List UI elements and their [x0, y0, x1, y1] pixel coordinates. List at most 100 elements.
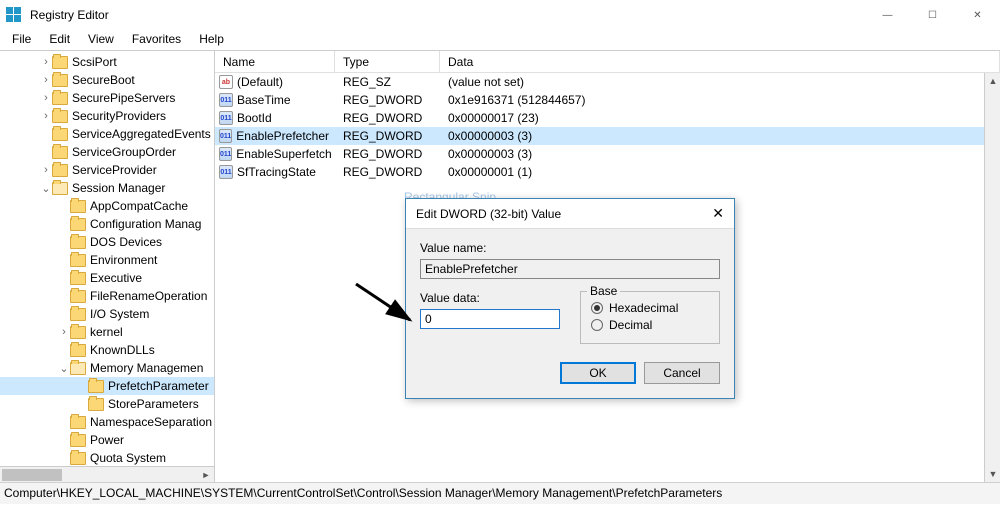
tree-item[interactable]: ›Executive	[0, 269, 214, 287]
folder-icon	[52, 164, 68, 177]
value-row[interactable]: 011EnableSuperfetchREG_DWORD0x00000003 (…	[215, 145, 1000, 163]
base-fieldset: Base Hexadecimal Decimal	[580, 291, 720, 344]
value-name: BaseTime	[237, 93, 291, 107]
tree-item[interactable]: ›FileRenameOperation	[0, 287, 214, 305]
tree-label: ScsiPort	[72, 55, 117, 69]
folder-icon	[70, 272, 86, 285]
tree-item[interactable]: ›DOS Devices	[0, 233, 214, 251]
folder-icon	[70, 326, 86, 339]
tree-item[interactable]: ›Power	[0, 431, 214, 449]
tree-pane: ›ScsiPort›SecureBoot›SecurePipeServers›S…	[0, 51, 215, 482]
dialog-titlebar[interactable]: Edit DWORD (32-bit) Value ✕	[406, 199, 734, 229]
value-row[interactable]: 011BootIdREG_DWORD0x00000017 (23)	[215, 109, 1000, 127]
expand-icon[interactable]: ⌄	[40, 182, 52, 195]
tree-label: SecurePipeServers	[72, 91, 175, 105]
value-name: SfTracingState	[237, 165, 316, 179]
radio-label: Hexadecimal	[609, 301, 678, 315]
window-title: Registry Editor	[30, 8, 109, 22]
radio-hexadecimal[interactable]: Hexadecimal	[591, 301, 709, 315]
app-icon	[6, 7, 22, 23]
tree-item[interactable]: ›Configuration Manag	[0, 215, 214, 233]
expand-icon[interactable]: ›	[40, 164, 52, 176]
scroll-up-icon[interactable]: ▲	[985, 73, 1000, 89]
status-bar: Computer\HKEY_LOCAL_MACHINE\SYSTEM\Curre…	[0, 482, 1000, 504]
column-data[interactable]: Data	[440, 51, 1000, 72]
column-type[interactable]: Type	[335, 51, 440, 72]
folder-icon	[70, 200, 86, 213]
value-type: REG_DWORD	[335, 165, 440, 179]
tree-item[interactable]: ›I/O System	[0, 305, 214, 323]
list-vscrollbar[interactable]: ▲ ▼	[984, 73, 1000, 482]
value-data: 0x00000017 (23)	[440, 111, 1000, 125]
folder-icon	[70, 290, 86, 303]
tree-item[interactable]: ⌄ Session Manager	[0, 179, 214, 197]
expand-icon[interactable]: ›	[40, 110, 52, 122]
expand-icon[interactable]: ›	[40, 56, 52, 68]
scroll-thumb[interactable]	[2, 469, 62, 481]
title-bar: Registry Editor — ☐ ✕	[0, 0, 1000, 30]
tree-item[interactable]: ›ServiceGroupOrder	[0, 143, 214, 161]
menu-favorites[interactable]: Favorites	[124, 30, 189, 50]
folder-icon	[52, 74, 68, 87]
tree-label: Session Manager	[72, 181, 165, 195]
values-list[interactable]: ab(Default)REG_SZ(value not set) 011 BaseT…	[215, 73, 1000, 181]
value-data: 0x00000001 (1)	[440, 165, 1000, 179]
cancel-button[interactable]: Cancel	[644, 362, 720, 384]
tree-item[interactable]: ›NamespaceSeparation	[0, 413, 214, 431]
expand-icon[interactable]: ›	[58, 326, 70, 338]
tree-label: FileRenameOperation	[90, 289, 207, 303]
scroll-down-icon[interactable]: ▼	[985, 466, 1000, 482]
ok-button[interactable]: OK	[560, 362, 636, 384]
menu-view[interactable]: View	[80, 30, 122, 50]
value-row[interactable]: 011SfTracingStateREG_DWORD0x00000001 (1)	[215, 163, 1000, 181]
value-row[interactable]: 011BaseTimeREG_DWORD0x1e916371 (51284465…	[215, 91, 1000, 109]
tree-item[interactable]: ›ServiceAggregatedEvents	[0, 125, 214, 143]
tree-item[interactable]: ›Quota System	[0, 449, 214, 467]
base-legend: Base	[587, 284, 620, 298]
tree-item[interactable]: ›kernel	[0, 323, 214, 341]
tree-item[interactable]: ›ServiceProvider	[0, 161, 214, 179]
radio-decimal[interactable]: Decimal	[591, 318, 709, 332]
tree-item[interactable]: ›SecurityProviders	[0, 107, 214, 125]
folder-icon	[88, 398, 104, 411]
tree-label: Configuration Manag	[90, 217, 201, 231]
tree-item[interactable]: ›AppCompatCache	[0, 197, 214, 215]
value-row[interactable]: 011EnablePrefetcherREG_DWORD0x00000003 (…	[215, 127, 1000, 145]
tree-label: Executive	[90, 271, 142, 285]
tree-label: I/O System	[90, 307, 149, 321]
tree-item[interactable]: › ScsiPort	[0, 53, 214, 71]
close-button[interactable]: ✕	[955, 0, 1000, 30]
minimize-button[interactable]: —	[865, 0, 910, 30]
folder-icon	[70, 308, 86, 321]
valuename-field[interactable]	[420, 259, 720, 279]
valuedata-field[interactable]	[420, 309, 560, 329]
maximize-button[interactable]: ☐	[910, 0, 955, 30]
tree-item[interactable]: ›SecureBoot	[0, 71, 214, 89]
registry-tree[interactable]: ›ScsiPort›SecureBoot›SecurePipeServers›S…	[0, 51, 214, 482]
tree-item[interactable]: ›StoreParameters	[0, 395, 214, 413]
tree-item[interactable]: ›PrefetchParameter	[0, 377, 214, 395]
menu-help[interactable]: Help	[191, 30, 232, 50]
tree-item[interactable]: ›Environment	[0, 251, 214, 269]
string-icon: ab	[219, 75, 233, 89]
dialog-close-icon[interactable]: ✕	[712, 205, 724, 222]
folder-icon	[52, 146, 68, 159]
value-data: (value not set)	[440, 75, 1000, 89]
list-header: Name Type Data	[215, 51, 1000, 73]
tree-item[interactable]: › SecurePipeServers	[0, 89, 214, 107]
menu-file[interactable]: File	[4, 30, 39, 50]
menu-bar: File Edit View Favorites Help	[0, 30, 1000, 50]
value-row[interactable]: ab(Default)REG_SZ(value not set)	[215, 73, 1000, 91]
expand-icon[interactable]: ›	[40, 92, 52, 104]
expand-icon[interactable]: ⌄	[58, 362, 70, 375]
dword-icon: 011	[219, 93, 233, 107]
value-type: REG_SZ	[335, 75, 440, 89]
menu-edit[interactable]: Edit	[41, 30, 78, 50]
value-type: REG_DWORD	[335, 111, 440, 125]
column-name[interactable]: Name	[215, 51, 335, 72]
tree-item[interactable]: ⌄Memory Managemen	[0, 359, 214, 377]
tree-hscrollbar[interactable]: ◄ ►	[0, 466, 214, 482]
tree-item[interactable]: ›KnownDLLs	[0, 341, 214, 359]
expand-icon[interactable]: ›	[40, 74, 52, 86]
scroll-right-icon[interactable]: ►	[198, 467, 214, 482]
